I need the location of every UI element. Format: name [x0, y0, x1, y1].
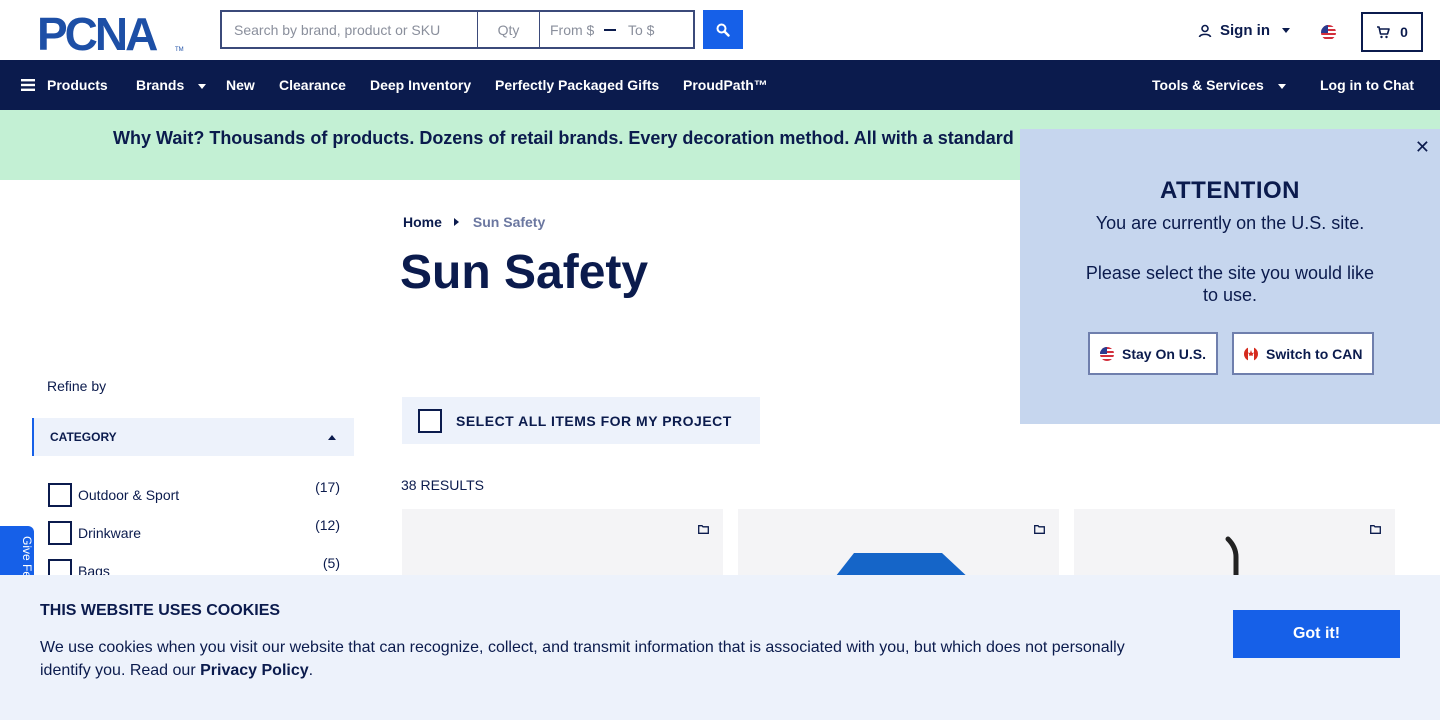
main-nav: Products Brands New Clearance Deep Inven… — [0, 60, 1440, 110]
feedback-label: Give Fe — [20, 536, 34, 579]
cart-count: 0 — [1400, 24, 1408, 40]
price-range — [540, 10, 695, 49]
price-to-input[interactable] — [628, 21, 680, 38]
select-all-label: SELECT ALL ITEMS FOR MY PROJECT — [456, 412, 732, 429]
price-range-dash — [604, 28, 616, 31]
category-item[interactable]: Drinkware (12) — [48, 517, 340, 546]
canada-flag-icon — [1244, 346, 1259, 361]
category-label: Drinkware — [78, 525, 142, 541]
cookie-period: . — [308, 662, 314, 679]
modal-buttons: Stay On U.S. Switch to CAN — [1088, 332, 1375, 375]
nav-products-label: Products — [47, 77, 108, 93]
category-count: (5) — [322, 555, 340, 571]
folder-icon[interactable] — [1370, 525, 1381, 534]
switch-to-can-label: Switch to CAN — [1266, 345, 1363, 362]
nav-deep-inventory[interactable]: Deep Inventory — [370, 60, 471, 110]
search-button[interactable] — [703, 10, 743, 49]
category-count: (12) — [315, 517, 340, 533]
category-count: (17) — [315, 479, 340, 495]
nav-gifts[interactable]: Perfectly Packaged Gifts — [495, 60, 659, 110]
nav-tools-services[interactable]: Tools & Services — [1152, 60, 1286, 110]
got-it-button[interactable]: Got it! — [1233, 610, 1400, 658]
us-flag-icon[interactable] — [1321, 25, 1336, 40]
chevron-down-icon — [198, 83, 207, 89]
hamburger-icon — [21, 79, 35, 91]
breadcrumb-current: Sun Safety — [472, 214, 546, 230]
us-flag-icon — [1100, 346, 1114, 361]
nav-clearance-label: Clearance — [279, 77, 346, 93]
privacy-policy-link[interactable]: Privacy Policy — [200, 662, 309, 679]
category-filter-header[interactable]: CATEGORY — [32, 418, 354, 456]
cookie-banner: THIS WEBSITE USES COOKIES We use cookies… — [0, 575, 1440, 720]
select-all-checkbox[interactable] — [418, 408, 442, 433]
folder-icon[interactable] — [698, 525, 709, 534]
promo-text: Why Wait? Thousands of products. Dozens … — [113, 128, 1014, 148]
price-from-input[interactable] — [550, 21, 602, 38]
nav-chat[interactable]: Log in to Chat — [1320, 60, 1414, 110]
sign-in-label: Sign in — [1220, 22, 1270, 39]
folder-icon[interactable] — [1034, 525, 1045, 534]
refine-label: Refine by — [47, 378, 107, 394]
nav-gifts-label: Perfectly Packaged Gifts — [495, 77, 660, 93]
category-label: Outdoor & Sport — [78, 487, 180, 503]
nav-proudpath[interactable]: ProudPath™ — [683, 60, 768, 110]
modal-current-site-text: You are currently on the U.S. site. — [1095, 213, 1365, 233]
nav-clearance[interactable]: Clearance — [279, 60, 346, 110]
results-count: 38 RESULTS — [401, 477, 484, 493]
chevron-up-icon — [328, 435, 336, 440]
category-checkbox[interactable] — [48, 521, 72, 545]
qty-input[interactable] — [478, 10, 540, 49]
stay-on-us-label: Stay On U.S. — [1122, 345, 1207, 362]
modal-prompt-text: Please select the site you would like to… — [1085, 263, 1375, 305]
stay-on-us-button[interactable]: Stay On U.S. — [1088, 332, 1219, 375]
nav-new-label: New — [226, 77, 255, 93]
cart-button[interactable]: 0 — [1361, 12, 1423, 52]
nav-proudpath-label: ProudPath™ — [683, 77, 768, 93]
top-header: PCNA TM Sign in — [0, 0, 1440, 60]
page-title: Sun Safety — [400, 246, 649, 299]
search-bar — [220, 10, 695, 49]
cookie-title: THIS WEBSITE USES COOKIES — [40, 602, 281, 619]
svg-text:PCNA: PCNA — [37, 13, 157, 53]
cookie-text: We use cookies when you visit our websit… — [40, 636, 1150, 682]
chevron-down-icon — [1282, 28, 1290, 33]
search-icon — [716, 23, 730, 37]
svg-text:TM: TM — [175, 47, 184, 53]
breadcrumb-home[interactable]: Home — [403, 214, 442, 230]
category-header-label: CATEGORY — [50, 430, 117, 444]
search-input[interactable] — [220, 10, 478, 49]
chevron-down-icon — [1277, 83, 1286, 89]
switch-to-can-button[interactable]: Switch to CAN — [1232, 332, 1375, 375]
modal-title: ATTENTION — [1159, 177, 1301, 204]
close-icon[interactable]: ✕ — [1415, 137, 1430, 158]
select-all-button[interactable]: SELECT ALL ITEMS FOR MY PROJECT — [402, 397, 760, 444]
nav-products[interactable]: Products — [21, 60, 108, 110]
user-icon — [1198, 24, 1212, 37]
category-checkbox[interactable] — [48, 483, 72, 507]
category-item[interactable]: Outdoor & Sport (17) — [48, 479, 340, 508]
nav-brands[interactable]: Brands — [136, 60, 207, 110]
umbrella-handle-product-image — [1225, 536, 1239, 575]
nav-brands-label: Brands — [136, 77, 185, 93]
nav-tools-label: Tools & Services — [1152, 77, 1264, 93]
nav-deep-inventory-label: Deep Inventory — [370, 77, 472, 93]
site-selection-modal: ✕ ATTENTION You are currently on the U.S… — [1020, 129, 1440, 424]
nav-new[interactable]: New — [226, 60, 255, 110]
breadcrumb: Home Sun Safety — [403, 214, 545, 230]
cart-icon — [1377, 25, 1390, 38]
sign-in-menu[interactable]: Sign in — [1198, 22, 1290, 39]
chevron-right-icon — [453, 218, 459, 226]
nav-chat-label: Log in to Chat — [1320, 77, 1415, 93]
pcna-logo[interactable]: PCNA TM — [37, 13, 184, 53]
